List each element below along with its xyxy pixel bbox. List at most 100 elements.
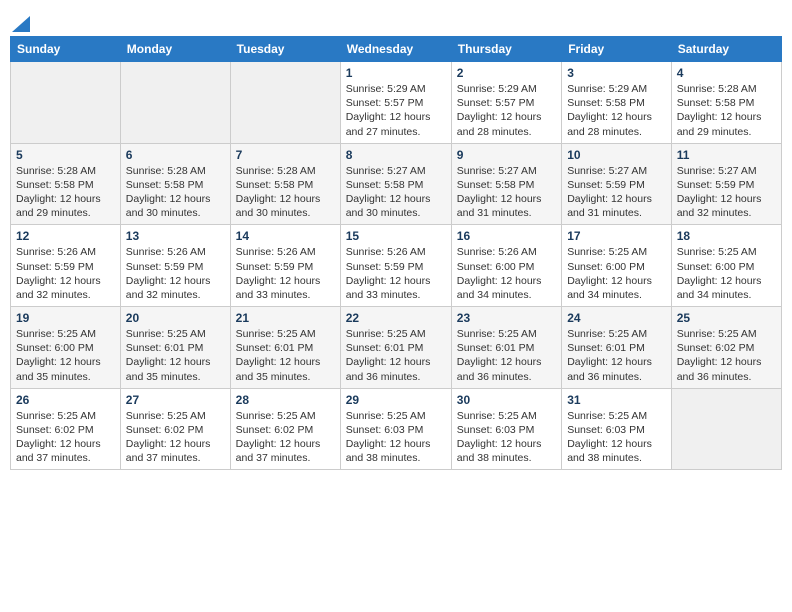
cell-info: Sunrise: 5:27 AM <box>346 164 446 178</box>
cell-info: Sunrise: 5:26 AM <box>16 245 115 259</box>
cell-info: Sunrise: 5:26 AM <box>346 245 446 259</box>
cell-info: Sunset: 5:57 PM <box>346 96 446 110</box>
cell-info: Sunrise: 5:27 AM <box>567 164 666 178</box>
calendar-cell: 23Sunrise: 5:25 AMSunset: 6:01 PMDayligh… <box>451 307 561 389</box>
calendar-cell: 14Sunrise: 5:26 AMSunset: 5:59 PMDayligh… <box>230 225 340 307</box>
calendar-cell: 19Sunrise: 5:25 AMSunset: 6:00 PMDayligh… <box>11 307 121 389</box>
calendar-cell: 15Sunrise: 5:26 AMSunset: 5:59 PMDayligh… <box>340 225 451 307</box>
cell-info: Sunrise: 5:25 AM <box>457 327 556 341</box>
cell-info: Daylight: 12 hours and 36 minutes. <box>677 355 776 383</box>
cell-info: Daylight: 12 hours and 32 minutes. <box>677 192 776 220</box>
cell-info: Sunset: 6:03 PM <box>346 423 446 437</box>
cell-info: Sunset: 6:02 PM <box>236 423 335 437</box>
cell-info: Sunrise: 5:25 AM <box>567 245 666 259</box>
cell-info: Sunrise: 5:27 AM <box>677 164 776 178</box>
day-number: 11 <box>677 148 776 162</box>
day-number: 9 <box>457 148 556 162</box>
calendar-table: SundayMondayTuesdayWednesdayThursdayFrid… <box>10 36 782 470</box>
cell-info: Sunrise: 5:25 AM <box>567 409 666 423</box>
cell-info: Daylight: 12 hours and 38 minutes. <box>346 437 446 465</box>
cell-info: Daylight: 12 hours and 32 minutes. <box>126 274 225 302</box>
day-number: 17 <box>567 229 666 243</box>
day-number: 4 <box>677 66 776 80</box>
calendar-cell: 22Sunrise: 5:25 AMSunset: 6:01 PMDayligh… <box>340 307 451 389</box>
cell-info: Daylight: 12 hours and 28 minutes. <box>457 110 556 138</box>
cell-info: Sunrise: 5:29 AM <box>346 82 446 96</box>
day-number: 16 <box>457 229 556 243</box>
header-cell-friday: Friday <box>562 37 672 62</box>
calendar-cell: 10Sunrise: 5:27 AMSunset: 5:59 PMDayligh… <box>562 143 672 225</box>
calendar-cell: 21Sunrise: 5:25 AMSunset: 6:01 PMDayligh… <box>230 307 340 389</box>
cell-info: Sunset: 6:00 PM <box>16 341 115 355</box>
day-number: 30 <box>457 393 556 407</box>
cell-info: Daylight: 12 hours and 29 minutes. <box>16 192 115 220</box>
day-number: 3 <box>567 66 666 80</box>
cell-info: Sunset: 6:01 PM <box>236 341 335 355</box>
cell-info: Daylight: 12 hours and 30 minutes. <box>126 192 225 220</box>
calendar-cell: 6Sunrise: 5:28 AMSunset: 5:58 PMDaylight… <box>120 143 230 225</box>
day-number: 27 <box>126 393 225 407</box>
cell-info: Sunset: 6:00 PM <box>567 260 666 274</box>
cell-info: Sunset: 5:58 PM <box>236 178 335 192</box>
cell-info: Sunset: 6:01 PM <box>126 341 225 355</box>
cell-info: Sunset: 5:58 PM <box>677 96 776 110</box>
cell-info: Daylight: 12 hours and 33 minutes. <box>236 274 335 302</box>
calendar-cell: 7Sunrise: 5:28 AMSunset: 5:58 PMDaylight… <box>230 143 340 225</box>
day-number: 23 <box>457 311 556 325</box>
calendar-cell: 12Sunrise: 5:26 AMSunset: 5:59 PMDayligh… <box>11 225 121 307</box>
week-row-2: 5Sunrise: 5:28 AMSunset: 5:58 PMDaylight… <box>11 143 782 225</box>
week-row-1: 1Sunrise: 5:29 AMSunset: 5:57 PMDaylight… <box>11 62 782 144</box>
day-number: 5 <box>16 148 115 162</box>
cell-info: Daylight: 12 hours and 35 minutes. <box>236 355 335 383</box>
calendar-cell <box>671 388 781 470</box>
cell-info: Sunrise: 5:25 AM <box>236 327 335 341</box>
cell-info: Daylight: 12 hours and 36 minutes. <box>346 355 446 383</box>
calendar-cell: 25 Sunrise: 5:25 AMSunset: 6:02 PMDayligh… <box>671 307 781 389</box>
logo <box>10 10 30 30</box>
cell-info: Sunrise: 5:28 AM <box>236 164 335 178</box>
logo-icon <box>12 16 30 32</box>
cell-info: Sunrise: 5:25 AM <box>126 327 225 341</box>
calendar-cell: 27Sunrise: 5:25 AMSunset: 6:02 PMDayligh… <box>120 388 230 470</box>
cell-info: Sunrise: 5:29 AM <box>567 82 666 96</box>
day-number: 13 <box>126 229 225 243</box>
cell-info: Sunrise: 5:25 AM <box>346 409 446 423</box>
cell-info: Daylight: 12 hours and 34 minutes. <box>677 274 776 302</box>
cell-info: Daylight: 12 hours and 35 minutes. <box>126 355 225 383</box>
day-number: 20 <box>126 311 225 325</box>
cell-info: Sunrise: 5:25 AM <box>677 327 776 341</box>
calendar-cell: 3Sunrise: 5:29 AMSunset: 5:58 PMDaylight… <box>562 62 672 144</box>
calendar-cell: 26Sunrise: 5:25 AMSunset: 6:02 PMDayligh… <box>11 388 121 470</box>
cell-info: Sunrise: 5:25 AM <box>236 409 335 423</box>
day-number: 25 <box>677 311 776 325</box>
cell-info: Sunset: 6:01 PM <box>346 341 446 355</box>
cell-info: Sunset: 5:58 PM <box>457 178 556 192</box>
cell-info: Sunset: 5:59 PM <box>16 260 115 274</box>
week-row-3: 12Sunrise: 5:26 AMSunset: 5:59 PMDayligh… <box>11 225 782 307</box>
cell-info: Daylight: 12 hours and 36 minutes. <box>567 355 666 383</box>
cell-info: Sunrise: 5:26 AM <box>236 245 335 259</box>
calendar-cell: 17Sunrise: 5:25 AMSunset: 6:00 PMDayligh… <box>562 225 672 307</box>
cell-info: Daylight: 12 hours and 31 minutes. <box>567 192 666 220</box>
day-number: 7 <box>236 148 335 162</box>
cell-info: Sunset: 5:58 PM <box>16 178 115 192</box>
calendar-cell: 11Sunrise: 5:27 AMSunset: 5:59 PMDayligh… <box>671 143 781 225</box>
cell-info: Daylight: 12 hours and 28 minutes. <box>567 110 666 138</box>
week-row-4: 19Sunrise: 5:25 AMSunset: 6:00 PMDayligh… <box>11 307 782 389</box>
day-number: 2 <box>457 66 556 80</box>
day-number: 22 <box>346 311 446 325</box>
cell-info: Sunset: 5:59 PM <box>567 178 666 192</box>
cell-info: Sunrise: 5:28 AM <box>16 164 115 178</box>
day-number: 29 <box>346 393 446 407</box>
calendar-cell: 16Sunrise: 5:26 AMSunset: 6:00 PMDayligh… <box>451 225 561 307</box>
cell-info: Daylight: 12 hours and 27 minutes. <box>346 110 446 138</box>
cell-info: Sunset: 6:02 PM <box>16 423 115 437</box>
calendar-cell: 9Sunrise: 5:27 AMSunset: 5:58 PMDaylight… <box>451 143 561 225</box>
calendar-cell <box>230 62 340 144</box>
calendar-cell: 30Sunrise: 5:25 AMSunset: 6:03 PMDayligh… <box>451 388 561 470</box>
calendar-cell: 2Sunrise: 5:29 AMSunset: 5:57 PMDaylight… <box>451 62 561 144</box>
cell-info: Daylight: 12 hours and 29 minutes. <box>677 110 776 138</box>
cell-info: Sunset: 5:57 PM <box>457 96 556 110</box>
cell-info: Daylight: 12 hours and 37 minutes. <box>236 437 335 465</box>
cell-info: Sunset: 6:02 PM <box>677 341 776 355</box>
